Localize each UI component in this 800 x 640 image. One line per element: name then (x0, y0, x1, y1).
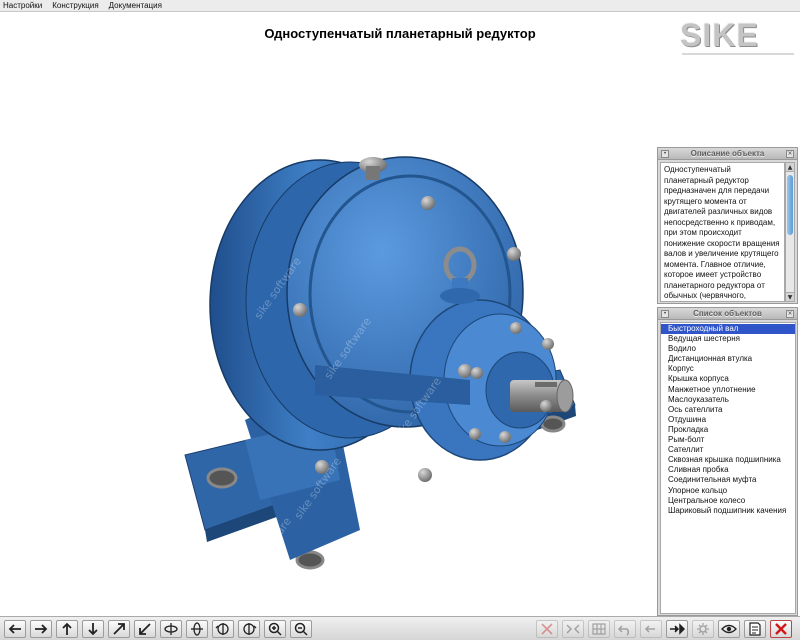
zoom-in-button[interactable] (264, 620, 286, 638)
arrow-left-icon (8, 624, 21, 634)
list-item[interactable]: Манжетное уплотнение (661, 385, 795, 395)
list-item[interactable]: Водило (661, 344, 795, 354)
list-item[interactable]: Рым-болт (661, 435, 795, 445)
objects-panel-title: Список объектов (693, 309, 762, 318)
undo-button (614, 620, 636, 638)
close-icon (775, 623, 787, 635)
arrow-right-icon (35, 624, 48, 634)
objects-list[interactable]: Быстроходный вал Ведущая шестерня Водило Ди… (660, 322, 796, 614)
list-item[interactable]: Сливная пробка (661, 465, 795, 475)
arrow-down-icon (88, 623, 98, 636)
list-item[interactable]: Дистанционная втулка (661, 354, 795, 364)
arrow-diagonal-down-icon (139, 623, 151, 635)
arrow-down-button[interactable] (82, 620, 104, 638)
settings-gear-icon (697, 623, 709, 635)
menu-item-construction[interactable]: Конструкция (47, 0, 103, 12)
list-item[interactable]: Крышка корпуса (661, 374, 795, 384)
rotate-z-right-icon (243, 623, 257, 635)
list-item[interactable]: Прокладка (661, 425, 795, 435)
assemble-icon (566, 624, 580, 634)
arrow-diagonal-up-button[interactable] (108, 620, 130, 638)
list-item[interactable]: Сателлит (661, 445, 795, 455)
explode-cross-button (536, 620, 558, 638)
zoom-in-icon (268, 622, 282, 636)
arrow-right-button[interactable] (30, 620, 52, 638)
panel-pin-icon[interactable]: • (661, 150, 669, 158)
step-back-button (640, 620, 662, 638)
zoom-out-icon (294, 622, 308, 636)
rotate-x-button[interactable] (186, 620, 208, 638)
play-forward-icon (670, 623, 685, 635)
view-eye-icon (721, 624, 737, 634)
scroll-up-icon[interactable]: ▲ (786, 163, 794, 172)
list-item[interactable]: Шариковый подшипник качения (661, 506, 795, 516)
close-button[interactable] (770, 620, 792, 638)
logo-underline (682, 53, 794, 55)
model-viewport[interactable]: sike software sike software sike softwar… (0, 60, 650, 615)
menu-bar: Настройки Конструкция Документация (0, 0, 800, 12)
settings-gear-button (692, 620, 714, 638)
rotate-z-left-button[interactable] (212, 620, 234, 638)
panel-close-icon[interactable]: × (786, 150, 794, 158)
panel-pin-icon[interactable]: • (661, 310, 669, 318)
scroll-thumb[interactable] (787, 175, 793, 235)
menu-item-settings[interactable]: Настройки (0, 0, 47, 12)
grid-icon (592, 623, 606, 635)
description-text: Одноступенчатый планетарный редуктор пре… (660, 162, 785, 302)
rotate-y-icon (164, 623, 178, 635)
description-panel-title: Описание объекта (690, 149, 765, 158)
bottom-toolbar (0, 616, 800, 640)
rotate-x-icon (191, 622, 203, 636)
grid-button (588, 620, 610, 638)
list-item[interactable]: Центральное колесо (661, 496, 795, 506)
arrow-diagonal-down-button[interactable] (134, 620, 156, 638)
undo-icon (617, 625, 630, 636)
arrow-diagonal-up-icon (113, 623, 125, 635)
list-item[interactable]: Соединительная муфта (661, 475, 795, 485)
list-item[interactable]: Маслоуказатель (661, 395, 795, 405)
document-button[interactable] (744, 620, 766, 638)
objects-panel-header: • Список объектов × (658, 308, 797, 320)
explode-cross-icon (541, 623, 553, 635)
menu-item-documentation[interactable]: Документация (104, 0, 167, 12)
list-item[interactable]: Быстроходный вал (661, 324, 795, 335)
list-item[interactable]: Ось сателлита (661, 405, 795, 415)
document-icon (749, 622, 761, 636)
list-item[interactable]: Ведущая шестерня (661, 334, 795, 344)
list-item[interactable]: Отдушина (661, 415, 795, 425)
arrow-left-button[interactable] (4, 620, 26, 638)
assemble-button (562, 620, 584, 638)
rotate-z-right-button[interactable] (238, 620, 260, 638)
step-back-icon (644, 625, 655, 633)
logo-text: SIKE (680, 17, 759, 53)
arrow-up-button[interactable] (56, 620, 78, 638)
objects-panel: • Список объектов × Быстроходный вал Веду… (657, 307, 798, 616)
description-panel-header: • Описание объекта × (658, 148, 797, 160)
description-scrollbar[interactable]: ▲ ▼ (785, 162, 795, 302)
rotate-z-left-icon (215, 623, 229, 635)
play-forward-button[interactable] (666, 620, 688, 638)
zoom-out-button[interactable] (290, 620, 312, 638)
scroll-down-icon[interactable]: ▼ (786, 292, 794, 301)
panel-close-icon[interactable]: × (786, 310, 794, 318)
arrow-up-icon (62, 622, 72, 635)
gearbox-model: sike software sike software sike softwar… (184, 156, 576, 582)
list-item[interactable]: Упорное кольцо (661, 486, 795, 496)
rotate-y-button[interactable] (160, 620, 182, 638)
list-item[interactable]: Корпус (661, 364, 795, 374)
view-eye-button[interactable] (718, 620, 740, 638)
sike-logo: SIKE (680, 17, 796, 55)
description-panel: • Описание объекта × Одноступенчатый пла… (657, 147, 798, 304)
list-item[interactable]: Сквозная крышка подшипника (661, 455, 795, 465)
